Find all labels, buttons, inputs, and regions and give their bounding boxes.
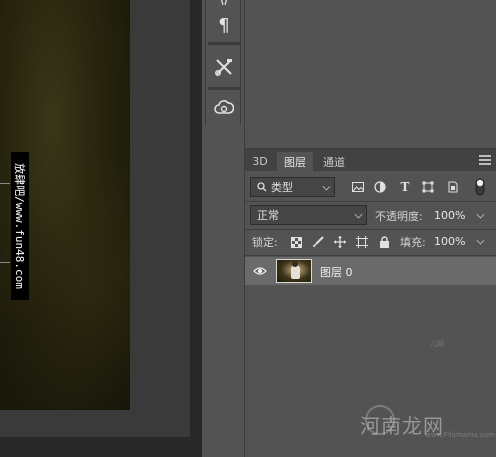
creative-cloud-icon[interactable] (208, 92, 240, 124)
eye-icon[interactable] (253, 264, 267, 278)
background-watermark-text: 儿网 (430, 340, 444, 348)
layer-row[interactable]: 图层 0 (245, 257, 496, 285)
opacity-chevron-down-icon[interactable] (476, 210, 485, 219)
filter-adjustment-icon[interactable] (372, 179, 388, 195)
opacity-label: 不透明度: (375, 210, 423, 223)
panel-dock-strip: ¶ (205, 0, 241, 125)
search-icon (257, 182, 267, 192)
divider (245, 229, 496, 230)
filter-kind-label: 类型 (271, 181, 293, 194)
panel-menu-icon[interactable] (479, 155, 491, 165)
filter-shape-icon[interactable] (420, 179, 436, 195)
tab-layers[interactable]: 图层 (277, 152, 313, 171)
panel-tab-bar: 3D 图层 通道 (245, 149, 496, 171)
paragraph-glyph: ¶ (218, 14, 230, 36)
tool-presets-icon[interactable] (208, 51, 240, 83)
ruler-tick (0, 262, 10, 263)
filter-kind-dropdown[interactable]: 类型 (250, 177, 335, 197)
upper-panel-area (244, 0, 496, 148)
photoshop-workspace: 放肆吧/www.fun48.com ¶ 3D 图层 通道 类型 T 正常 不透明… (0, 0, 496, 457)
layer-name[interactable]: 图层 0 (320, 264, 353, 280)
lock-transparent-pixels-icon[interactable] (288, 234, 304, 250)
site-url-text: www.Fifamania.com (425, 431, 495, 439)
filter-toggle-switch[interactable] (473, 177, 487, 197)
opacity-input[interactable]: 100% (434, 205, 465, 225)
type-glyph: T (400, 180, 410, 194)
blend-mode-value: 正常 (257, 209, 279, 222)
fill-chevron-down-icon[interactable] (476, 236, 485, 245)
lock-position-icon[interactable] (332, 234, 348, 250)
filter-smart-object-icon[interactable] (445, 179, 461, 195)
layer-thumbnail[interactable] (276, 259, 312, 283)
lock-artboard-icon[interactable] (354, 234, 370, 250)
document-canvas-area[interactable]: 放肆吧/www.fun48.com (0, 0, 202, 457)
fill-input[interactable]: 100% (434, 231, 465, 251)
watermark-text: 放肆吧/www.fun48.com (13, 163, 26, 289)
filter-type-icon[interactable]: T (397, 179, 413, 195)
filter-row: 类型 T (245, 175, 496, 199)
dock-separator (208, 42, 240, 45)
tab-3d[interactable]: 3D (249, 152, 271, 171)
filter-pixel-icon[interactable] (350, 179, 366, 195)
chevron-down-icon (354, 210, 363, 219)
ruler-tick (0, 183, 10, 184)
tab-channels[interactable]: 通道 (317, 152, 351, 171)
lock-all-icon[interactable] (376, 234, 392, 250)
lock-image-pixels-icon[interactable] (310, 234, 326, 250)
chevron-down-icon (322, 182, 331, 191)
blend-mode-dropdown[interactable]: 正常 (250, 205, 367, 225)
blend-row: 正常 不透明度: 100% (245, 203, 496, 227)
image-watermark: 放肆吧/www.fun48.com (11, 152, 29, 300)
divider (245, 201, 496, 202)
lock-label: 锁定: (252, 236, 278, 249)
paragraph-icon[interactable]: ¶ (208, 9, 240, 41)
fill-label: 填充: (400, 236, 426, 249)
lock-row: 锁定: 填充: 100% (245, 231, 496, 253)
dock-separator (208, 87, 240, 90)
divider (245, 255, 496, 256)
